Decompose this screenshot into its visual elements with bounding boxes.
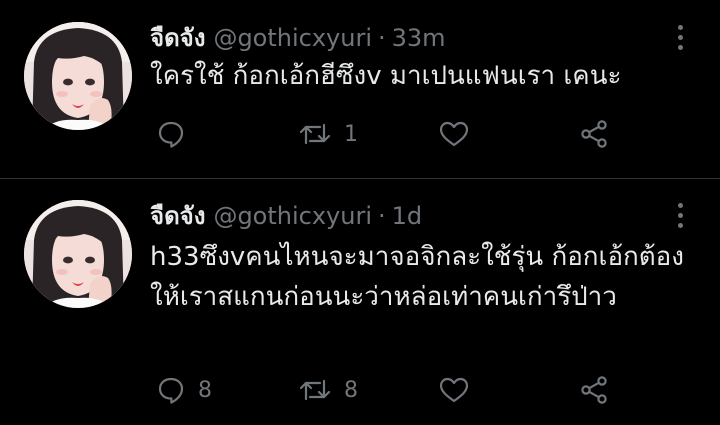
- timestamp[interactable]: 1d: [392, 202, 423, 230]
- retweet-count: 1: [344, 121, 358, 147]
- display-name[interactable]: จืดจัง: [150, 24, 205, 52]
- handle[interactable]: @gothicxyuri: [213, 24, 372, 52]
- retweet-arrows-icon: [298, 375, 332, 405]
- vertical-ellipsis-icon[interactable]: [668, 200, 692, 232]
- retweet-count: 8: [344, 377, 358, 403]
- share-nodes-icon: [578, 118, 610, 150]
- separator-dot: ·: [378, 202, 386, 230]
- reply-button[interactable]: [156, 117, 198, 151]
- action-bar: 1: [150, 117, 630, 151]
- retweet-button[interactable]: 8: [298, 373, 358, 407]
- tweet-text: ใครใช้ ก้อกเอ้กฮีซึงv มาเปนแฟนเรา เคนะ: [150, 61, 622, 91]
- handle[interactable]: @gothicxyuri: [213, 202, 372, 230]
- tweet-header: จืดจัง @gothicxyuri · 33m: [150, 22, 446, 54]
- tweet-header: จืดจัง @gothicxyuri · 1d: [150, 200, 422, 232]
- share-nodes-icon: [578, 374, 610, 406]
- action-bar: 8 8: [150, 373, 630, 407]
- timestamp[interactable]: 33m: [392, 24, 446, 52]
- vertical-ellipsis-icon[interactable]: [668, 22, 692, 54]
- reply-button[interactable]: 8: [156, 373, 212, 407]
- like-button[interactable]: [438, 373, 482, 407]
- separator-dot: ·: [378, 24, 386, 52]
- speech-bubble-icon: [156, 119, 186, 149]
- tweet[interactable]: จืดจัง @gothicxyuri · 33m ใครใช้ ก้อกเอ้กฮี…: [0, 0, 720, 178]
- like-button[interactable]: [438, 117, 482, 151]
- tweet-text: h33ซึงvคนไหนจะมาจอจิกละใช้รุ่น ก้อกเอ้กต…: [150, 242, 684, 312]
- retweet-button[interactable]: 1: [298, 117, 358, 151]
- tweet[interactable]: จืดจัง @gothicxyuri · 1d h33ซึงvคนไหนจะมาจอ…: [0, 179, 720, 425]
- heart-outline-icon: [438, 375, 470, 405]
- avatar[interactable]: [24, 200, 132, 308]
- retweet-arrows-icon: [298, 119, 332, 149]
- speech-bubble-icon: [156, 375, 186, 405]
- share-button[interactable]: [578, 373, 610, 407]
- reply-count: 8: [198, 377, 212, 403]
- avatar[interactable]: [24, 22, 132, 130]
- share-button[interactable]: [578, 117, 610, 151]
- display-name[interactable]: จืดจัง: [150, 202, 205, 230]
- heart-outline-icon: [438, 119, 470, 149]
